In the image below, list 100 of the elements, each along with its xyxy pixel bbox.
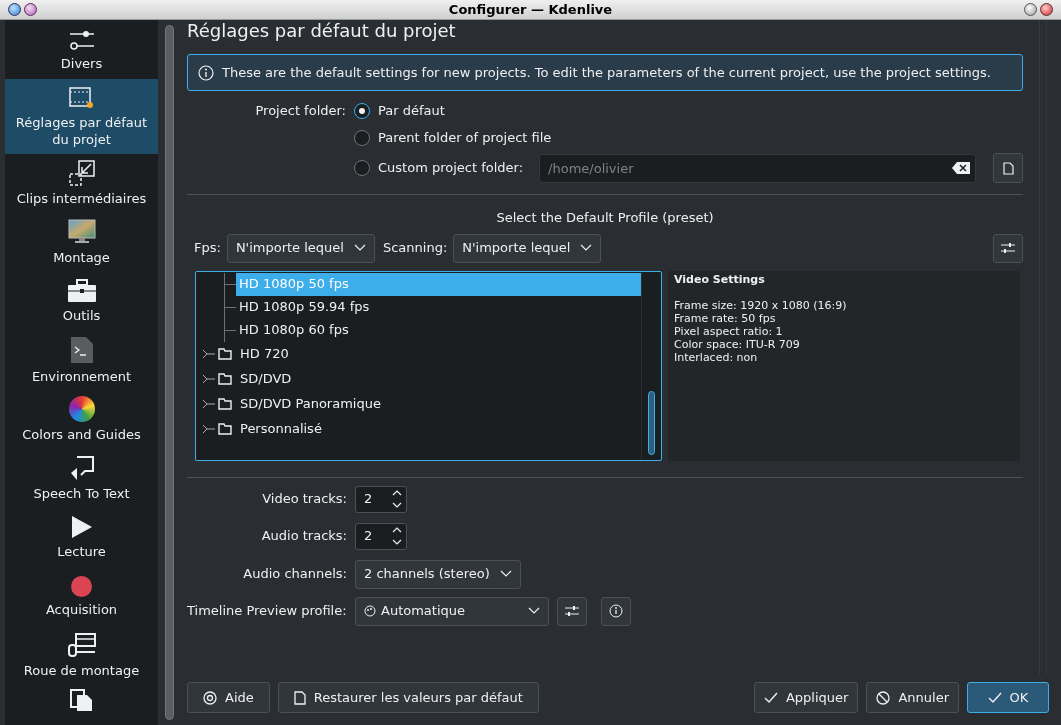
scanning-dropdown[interactable]: N'importe lequel — [453, 233, 602, 263]
dialog-button[interactable]: Annuler — [866, 682, 959, 713]
sidebar-item[interactable]: Outils — [5, 272, 158, 331]
info-text: These are the default settings for new projects. To edit the parameters of the current project, use the project settings. — [222, 63, 991, 82]
details-line: Color space: ITU-R 709 — [674, 337, 801, 351]
field-label: Audio tracks: — [260, 527, 347, 546]
window-button[interactable] — [24, 3, 37, 16]
fps-dropdown[interactable]: N'importe lequel — [226, 233, 375, 263]
chevron-down-icon — [580, 244, 593, 252]
field-label: Fps: — [194, 239, 221, 258]
radio-label: Par défaut — [378, 101, 445, 120]
tree-item[interactable]: HD 1080p 60 fps — [236, 318, 641, 342]
color-wheel-icon — [68, 396, 95, 422]
audio-channels-dropdown[interactable]: 2 channels (stereo) — [355, 559, 521, 589]
sidebar-item[interactable]: Réglages par défaut du projet — [5, 79, 158, 154]
field-label: Timeline Preview profile: — [187, 602, 347, 621]
window-button[interactable] — [1024, 3, 1037, 16]
window-title: Configurer — Kdenlive — [447, 0, 614, 19]
keyboard-mouse-icon — [67, 632, 96, 658]
lifebuoy-icon — [203, 690, 217, 705]
monitor-icon — [67, 219, 96, 245]
terminal-file-icon — [69, 336, 94, 364]
details-title: Video Settings — [674, 272, 766, 286]
sidebar-item[interactable]: Environnement — [5, 331, 158, 390]
sidebar-item[interactable]: Roue de montage — [5, 626, 158, 685]
browse-button[interactable] — [993, 153, 1023, 183]
settings-button[interactable] — [557, 596, 587, 626]
scrollbar[interactable] — [648, 390, 655, 455]
details-line: Interlaced: non — [674, 350, 759, 364]
scrollbar[interactable] — [164, 25, 174, 720]
path-field[interactable]: /home/olivier — [539, 153, 976, 183]
details-line: Frame size: 1920 x 1080 (16:9) — [674, 298, 848, 312]
dialog-button[interactable]: Appliquer — [753, 682, 859, 713]
speech-icon — [68, 455, 95, 481]
cancel-icon — [876, 690, 891, 705]
page-title: Réglages par défaut du projet — [187, 20, 457, 42]
spin-box[interactable]: 2 — [355, 485, 407, 513]
palette-icon — [364, 605, 376, 617]
sliders-icon — [68, 29, 95, 51]
radio-label: Parent folder of project file — [378, 128, 552, 147]
play-icon — [70, 515, 93, 539]
document-icon — [1002, 161, 1014, 175]
scrollbar-track[interactable] — [1039, 20, 1047, 675]
expand-arrow-icon[interactable] — [202, 424, 216, 434]
sliders-icon — [565, 605, 579, 617]
preview-dropdown[interactable]: Automatique — [355, 596, 549, 626]
close-button[interactable] — [1040, 3, 1053, 16]
chevron-down-icon — [499, 570, 512, 578]
dialog-button[interactable]: Restaurer les valeurs par défaut — [277, 682, 539, 713]
tree-item[interactable]: HD 1080p 59.94 fps — [236, 295, 641, 319]
folder-icon — [218, 373, 232, 385]
tree-item[interactable]: SD/DVD — [240, 369, 292, 389]
radio-button[interactable] — [354, 102, 370, 119]
sliders-icon — [1001, 242, 1015, 254]
sidebar-item[interactable]: Acquisition — [5, 567, 158, 626]
sidebar-item[interactable]: Clips intermédiaires — [5, 154, 158, 213]
copy-icon — [69, 689, 94, 711]
shrink-icon — [68, 160, 95, 186]
chevron-down-icon — [528, 607, 540, 615]
dialog-button[interactable]: Aide — [187, 682, 270, 713]
expand-arrow-icon[interactable] — [202, 399, 216, 409]
check-icon — [763, 691, 778, 704]
tree-item[interactable]: HD 720 — [240, 344, 289, 364]
tree-item[interactable]: Personnalisé — [240, 419, 322, 439]
field-label: Project folder: — [254, 101, 346, 120]
clear-icon[interactable] — [952, 161, 970, 174]
details-line: Frame rate: 50 fps — [674, 311, 777, 325]
expand-arrow-icon[interactable] — [202, 349, 216, 359]
field-label: Audio channels: — [242, 565, 347, 584]
sidebar-item[interactable]: Divers — [5, 20, 158, 79]
field-label: Scanning: — [382, 239, 448, 258]
check-icon — [987, 691, 1002, 704]
window-button[interactable] — [8, 3, 21, 16]
info-icon — [609, 604, 623, 618]
info-icon — [198, 64, 214, 81]
settings-button[interactable] — [993, 233, 1023, 263]
film-icon — [68, 85, 95, 110]
tree-item[interactable]: SD/DVD Panoramique — [240, 394, 381, 414]
info-button[interactable] — [601, 596, 631, 626]
field-label: Video tracks: — [261, 490, 347, 509]
document-icon — [293, 690, 306, 705]
chevron-down-icon — [353, 244, 366, 252]
spin-arrows-icon — [392, 526, 402, 546]
spin-arrows-icon — [392, 489, 402, 509]
radio-label: Custom project folder: — [378, 159, 524, 178]
radio-button[interactable] — [354, 160, 370, 176]
section-title: Select the Default Profile (preset) — [495, 209, 715, 227]
sidebar-item[interactable]: Speech To Text — [5, 449, 158, 508]
folder-icon — [218, 423, 232, 435]
sidebar-item[interactable]: Lecture — [5, 508, 158, 567]
sidebar-item[interactable]: Colors and Guides — [5, 390, 158, 449]
record-icon — [71, 575, 92, 597]
details-line: Pixel aspect ratio: 1 — [674, 324, 784, 338]
dialog-button[interactable]: OK — [967, 682, 1049, 713]
sidebar-item[interactable]: Montage — [5, 213, 158, 272]
expand-arrow-icon[interactable] — [202, 374, 216, 384]
toolbox-icon — [66, 279, 97, 303]
folder-icon — [218, 348, 232, 360]
spin-box[interactable]: 2 — [355, 522, 407, 550]
radio-button[interactable] — [354, 129, 370, 146]
